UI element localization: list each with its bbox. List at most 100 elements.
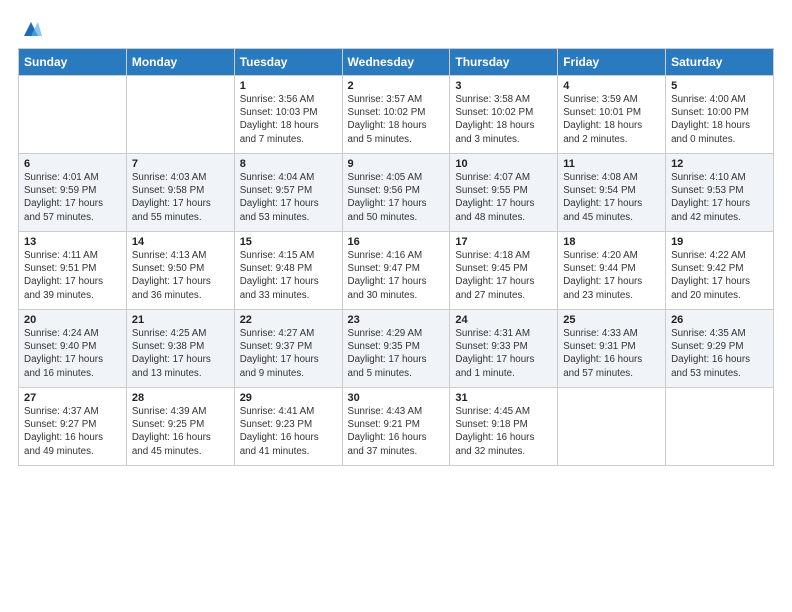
day-number: 1 <box>240 80 337 92</box>
day-cell: 3Sunrise: 3:58 AMSunset: 10:02 PMDayligh… <box>450 76 558 154</box>
day-cell: 5Sunrise: 4:00 AMSunset: 10:00 PMDayligh… <box>666 76 774 154</box>
day-number: 9 <box>348 158 445 170</box>
day-number: 17 <box>455 236 552 248</box>
day-number: 23 <box>348 314 445 326</box>
week-row-4: 20Sunrise: 4:24 AMSunset: 9:40 PMDayligh… <box>19 310 774 388</box>
day-cell: 18Sunrise: 4:20 AMSunset: 9:44 PMDayligh… <box>558 232 666 310</box>
day-number: 31 <box>455 392 552 404</box>
day-info: Sunrise: 4:03 AMSunset: 9:58 PMDaylight:… <box>132 171 229 224</box>
day-cell: 28Sunrise: 4:39 AMSunset: 9:25 PMDayligh… <box>126 388 234 466</box>
day-cell: 30Sunrise: 4:43 AMSunset: 9:21 PMDayligh… <box>342 388 450 466</box>
day-info: Sunrise: 3:59 AMSunset: 10:01 PMDaylight… <box>563 93 660 146</box>
day-cell: 10Sunrise: 4:07 AMSunset: 9:55 PMDayligh… <box>450 154 558 232</box>
day-cell <box>666 388 774 466</box>
day-cell: 27Sunrise: 4:37 AMSunset: 9:27 PMDayligh… <box>19 388 127 466</box>
weekday-monday: Monday <box>126 49 234 76</box>
logo-icon <box>20 18 42 40</box>
day-info: Sunrise: 4:05 AMSunset: 9:56 PMDaylight:… <box>348 171 445 224</box>
day-info: Sunrise: 4:20 AMSunset: 9:44 PMDaylight:… <box>563 249 660 302</box>
day-info: Sunrise: 4:10 AMSunset: 9:53 PMDaylight:… <box>671 171 768 224</box>
day-cell: 21Sunrise: 4:25 AMSunset: 9:38 PMDayligh… <box>126 310 234 388</box>
day-cell: 15Sunrise: 4:15 AMSunset: 9:48 PMDayligh… <box>234 232 342 310</box>
day-number: 16 <box>348 236 445 248</box>
weekday-wednesday: Wednesday <box>342 49 450 76</box>
weekday-header-row: SundayMondayTuesdayWednesdayThursdayFrid… <box>19 49 774 76</box>
day-info: Sunrise: 4:33 AMSunset: 9:31 PMDaylight:… <box>563 327 660 380</box>
day-info: Sunrise: 3:58 AMSunset: 10:02 PMDaylight… <box>455 93 552 146</box>
day-cell: 7Sunrise: 4:03 AMSunset: 9:58 PMDaylight… <box>126 154 234 232</box>
day-cell: 26Sunrise: 4:35 AMSunset: 9:29 PMDayligh… <box>666 310 774 388</box>
day-number: 8 <box>240 158 337 170</box>
day-number: 20 <box>24 314 121 326</box>
day-info: Sunrise: 4:18 AMSunset: 9:45 PMDaylight:… <box>455 249 552 302</box>
day-cell: 24Sunrise: 4:31 AMSunset: 9:33 PMDayligh… <box>450 310 558 388</box>
day-cell: 20Sunrise: 4:24 AMSunset: 9:40 PMDayligh… <box>19 310 127 388</box>
day-cell <box>19 76 127 154</box>
day-cell: 2Sunrise: 3:57 AMSunset: 10:02 PMDayligh… <box>342 76 450 154</box>
day-info: Sunrise: 4:00 AMSunset: 10:00 PMDaylight… <box>671 93 768 146</box>
day-number: 15 <box>240 236 337 248</box>
day-number: 14 <box>132 236 229 248</box>
day-info: Sunrise: 4:16 AMSunset: 9:47 PMDaylight:… <box>348 249 445 302</box>
weekday-friday: Friday <box>558 49 666 76</box>
day-cell: 22Sunrise: 4:27 AMSunset: 9:37 PMDayligh… <box>234 310 342 388</box>
day-number: 11 <box>563 158 660 170</box>
week-row-2: 6Sunrise: 4:01 AMSunset: 9:59 PMDaylight… <box>19 154 774 232</box>
day-info: Sunrise: 4:22 AMSunset: 9:42 PMDaylight:… <box>671 249 768 302</box>
day-cell: 4Sunrise: 3:59 AMSunset: 10:01 PMDayligh… <box>558 76 666 154</box>
logo <box>18 18 42 40</box>
day-cell: 31Sunrise: 4:45 AMSunset: 9:18 PMDayligh… <box>450 388 558 466</box>
day-cell: 8Sunrise: 4:04 AMSunset: 9:57 PMDaylight… <box>234 154 342 232</box>
day-cell: 29Sunrise: 4:41 AMSunset: 9:23 PMDayligh… <box>234 388 342 466</box>
day-info: Sunrise: 4:08 AMSunset: 9:54 PMDaylight:… <box>563 171 660 224</box>
day-number: 3 <box>455 80 552 92</box>
day-number: 24 <box>455 314 552 326</box>
day-cell: 17Sunrise: 4:18 AMSunset: 9:45 PMDayligh… <box>450 232 558 310</box>
weekday-sunday: Sunday <box>19 49 127 76</box>
day-number: 12 <box>671 158 768 170</box>
day-info: Sunrise: 4:45 AMSunset: 9:18 PMDaylight:… <box>455 405 552 458</box>
day-cell: 25Sunrise: 4:33 AMSunset: 9:31 PMDayligh… <box>558 310 666 388</box>
day-number: 5 <box>671 80 768 92</box>
day-info: Sunrise: 4:35 AMSunset: 9:29 PMDaylight:… <box>671 327 768 380</box>
day-cell: 12Sunrise: 4:10 AMSunset: 9:53 PMDayligh… <box>666 154 774 232</box>
day-number: 22 <box>240 314 337 326</box>
day-info: Sunrise: 3:56 AMSunset: 10:03 PMDaylight… <box>240 93 337 146</box>
day-info: Sunrise: 4:11 AMSunset: 9:51 PMDaylight:… <box>24 249 121 302</box>
day-number: 7 <box>132 158 229 170</box>
day-number: 10 <box>455 158 552 170</box>
day-info: Sunrise: 4:01 AMSunset: 9:59 PMDaylight:… <box>24 171 121 224</box>
day-number: 6 <box>24 158 121 170</box>
day-cell <box>558 388 666 466</box>
day-number: 2 <box>348 80 445 92</box>
day-cell: 6Sunrise: 4:01 AMSunset: 9:59 PMDaylight… <box>19 154 127 232</box>
weekday-thursday: Thursday <box>450 49 558 76</box>
day-info: Sunrise: 4:37 AMSunset: 9:27 PMDaylight:… <box>24 405 121 458</box>
day-info: Sunrise: 4:15 AMSunset: 9:48 PMDaylight:… <box>240 249 337 302</box>
day-number: 21 <box>132 314 229 326</box>
day-cell: 23Sunrise: 4:29 AMSunset: 9:35 PMDayligh… <box>342 310 450 388</box>
week-row-1: 1Sunrise: 3:56 AMSunset: 10:03 PMDayligh… <box>19 76 774 154</box>
day-number: 30 <box>348 392 445 404</box>
calendar-page: SundayMondayTuesdayWednesdayThursdayFrid… <box>0 0 792 612</box>
day-number: 18 <box>563 236 660 248</box>
day-number: 13 <box>24 236 121 248</box>
day-cell: 19Sunrise: 4:22 AMSunset: 9:42 PMDayligh… <box>666 232 774 310</box>
day-cell: 1Sunrise: 3:56 AMSunset: 10:03 PMDayligh… <box>234 76 342 154</box>
day-info: Sunrise: 4:39 AMSunset: 9:25 PMDaylight:… <box>132 405 229 458</box>
day-info: Sunrise: 4:43 AMSunset: 9:21 PMDaylight:… <box>348 405 445 458</box>
day-number: 27 <box>24 392 121 404</box>
day-cell: 9Sunrise: 4:05 AMSunset: 9:56 PMDaylight… <box>342 154 450 232</box>
day-info: Sunrise: 4:13 AMSunset: 9:50 PMDaylight:… <box>132 249 229 302</box>
day-info: Sunrise: 4:31 AMSunset: 9:33 PMDaylight:… <box>455 327 552 380</box>
day-info: Sunrise: 4:41 AMSunset: 9:23 PMDaylight:… <box>240 405 337 458</box>
calendar-table: SundayMondayTuesdayWednesdayThursdayFrid… <box>18 48 774 466</box>
day-info: Sunrise: 4:04 AMSunset: 9:57 PMDaylight:… <box>240 171 337 224</box>
day-info: Sunrise: 4:29 AMSunset: 9:35 PMDaylight:… <box>348 327 445 380</box>
week-row-3: 13Sunrise: 4:11 AMSunset: 9:51 PMDayligh… <box>19 232 774 310</box>
day-cell: 13Sunrise: 4:11 AMSunset: 9:51 PMDayligh… <box>19 232 127 310</box>
day-number: 25 <box>563 314 660 326</box>
weekday-tuesday: Tuesday <box>234 49 342 76</box>
day-info: Sunrise: 4:27 AMSunset: 9:37 PMDaylight:… <box>240 327 337 380</box>
day-cell <box>126 76 234 154</box>
